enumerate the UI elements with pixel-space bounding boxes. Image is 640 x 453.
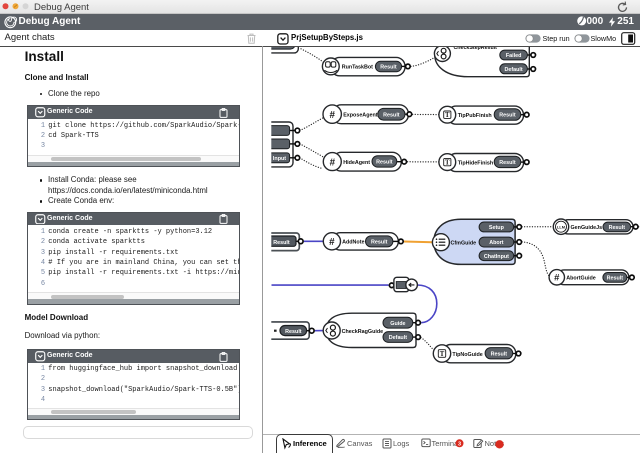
svg-text:CheckStepResult: CheckStepResult — [454, 47, 498, 51]
svg-text:T: T — [440, 351, 445, 358]
svg-text:ExposeAgent: ExposeAgent — [343, 112, 378, 118]
svg-text:#: # — [554, 272, 560, 283]
svg-text:GenGuideJs: GenGuideJs — [570, 225, 602, 231]
svg-text:Result: Result — [607, 275, 624, 281]
svg-text:T: T — [445, 159, 450, 166]
svg-text:Result: Result — [383, 112, 400, 118]
svg-text:Result: Result — [285, 329, 302, 335]
svg-text:#: # — [329, 237, 335, 248]
svg-text:Failed: Failed — [506, 53, 522, 59]
svg-text:CheckRagGuide: CheckRagGuide — [342, 328, 384, 334]
svg-text:#: # — [329, 110, 335, 121]
svg-text:Setup: Setup — [489, 225, 505, 231]
svg-text:LLM: LLM — [557, 224, 565, 229]
svg-text:Result: Result — [273, 240, 290, 246]
svg-text:#: # — [330, 157, 336, 168]
svg-text:Result: Result — [371, 239, 388, 245]
svg-text:Result: Result — [376, 159, 393, 165]
svg-text:Input: Input — [273, 156, 286, 162]
svg-text:Result: Result — [380, 64, 397, 70]
svg-text:CfmGuide: CfmGuide — [451, 240, 477, 246]
svg-text:Abort: Abort — [489, 240, 504, 246]
svg-text:TipHideFinish: TipHideFinish — [458, 160, 493, 166]
svg-text:Result: Result — [491, 351, 508, 357]
svg-text:Default: Default — [504, 67, 522, 73]
svg-text:Default: Default — [389, 335, 407, 341]
svg-text:TipNoGuide: TipNoGuide — [452, 352, 482, 358]
svg-text:TipPubFinish: TipPubFinish — [458, 113, 492, 119]
svg-text:Result: Result — [609, 225, 626, 231]
svg-text:3: 3 — [458, 441, 461, 447]
svg-text:Result: Result — [499, 160, 516, 166]
svg-text:T: T — [445, 112, 450, 119]
svg-text:ChatInput: ChatInput — [484, 253, 509, 259]
svg-text:Guide: Guide — [390, 321, 405, 327]
svg-text:AddNote: AddNote — [342, 239, 364, 245]
svg-text:HideAgent: HideAgent — [343, 160, 370, 166]
svg-text:RunTaskBot: RunTaskBot — [342, 64, 373, 70]
svg-text:AbortGuide: AbortGuide — [566, 275, 596, 281]
svg-text:Result: Result — [499, 112, 516, 118]
